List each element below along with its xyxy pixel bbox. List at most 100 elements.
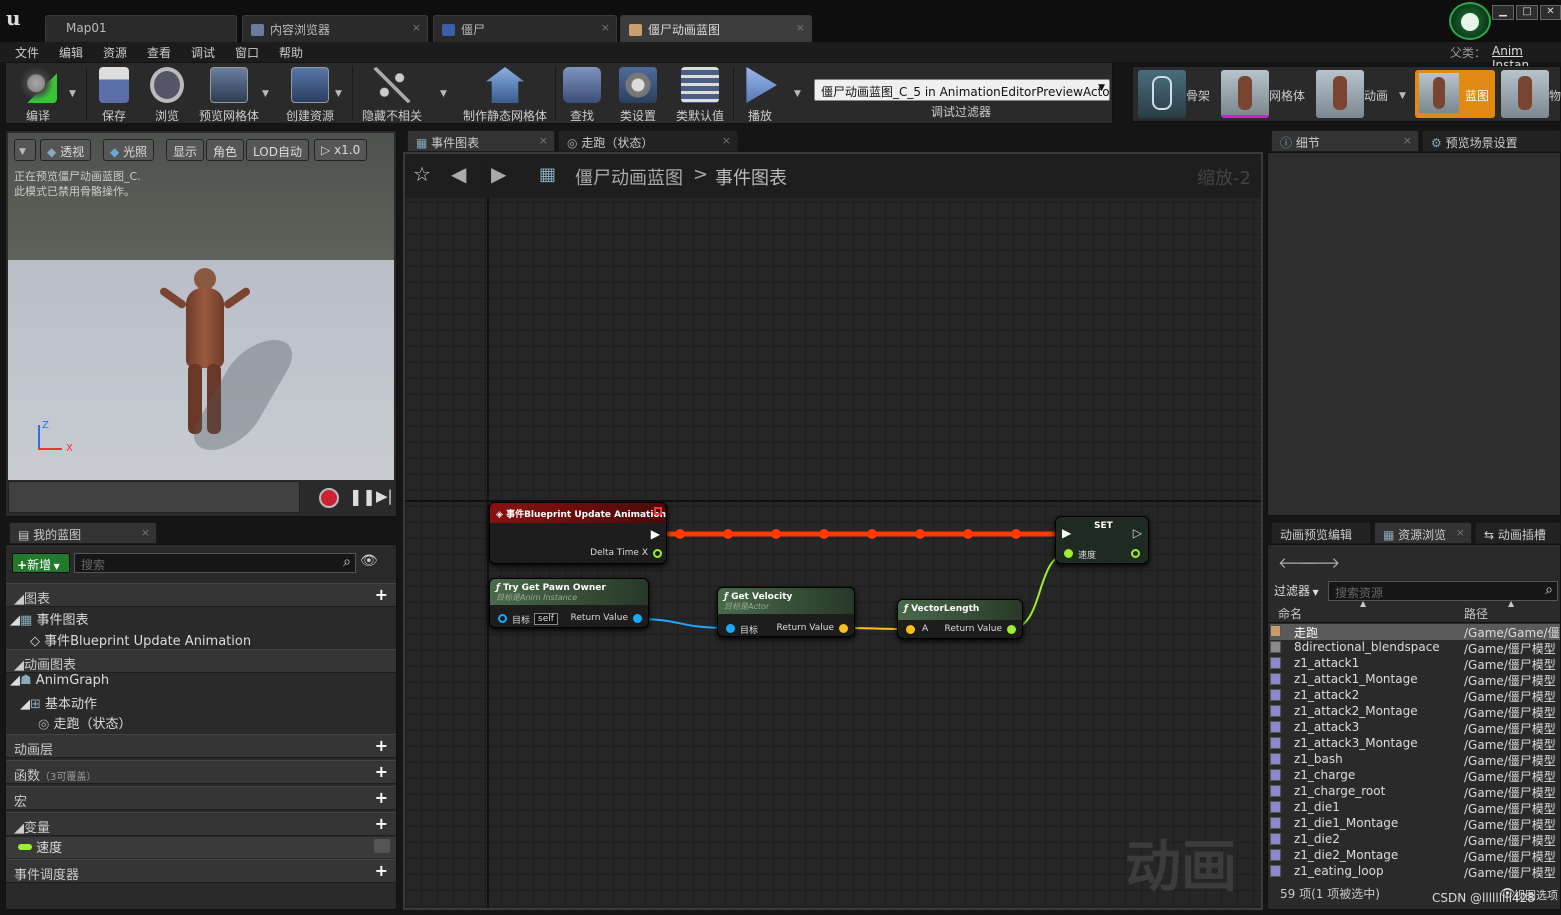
forward-arrow-icon[interactable]: 🡒	[1300, 553, 1340, 572]
asset-row[interactable]: z1_attack3/Game/僵尸模型	[1270, 720, 1560, 736]
timeline-scrubber[interactable]	[8, 481, 300, 513]
self-value-box[interactable]: self	[534, 613, 558, 625]
save-button[interactable]: 保存	[92, 65, 136, 123]
play-button[interactable]: 播放	[738, 65, 782, 123]
compile-button[interactable]: 编译	[10, 65, 66, 123]
vector-out-pin[interactable]	[839, 624, 848, 633]
visibility-eye-icon[interactable]: 👁	[360, 553, 378, 569]
blueprint-search-input[interactable]: 搜索 ⌕	[74, 553, 356, 573]
doc-tab-anim-blueprint[interactable]: 僵尸动画蓝图 ×	[620, 15, 812, 42]
close-icon[interactable]: ×	[601, 21, 610, 34]
asset-row[interactable]: z1_die2_Montage/Game/僵尸模型	[1270, 848, 1560, 864]
exec-out-pin[interactable]: ▶	[651, 527, 660, 541]
asset-row[interactable]: z1_die2/Game/僵尸模型	[1270, 832, 1560, 848]
close-icon[interactable]: ×	[141, 526, 150, 539]
menu-window[interactable]: 窗口	[235, 44, 259, 61]
tab-event-graph[interactable]: ▦ 事件图表 ×	[407, 130, 555, 152]
add-plus-icon[interactable]: +	[375, 764, 388, 780]
asset-row[interactable]: z1_die1/Game/僵尸模型	[1270, 800, 1560, 816]
doc-tab-zombie[interactable]: 僵尸 ×	[433, 15, 617, 42]
tree-event-update-animation[interactable]: ◇ 事件Blueprint Update Animation	[30, 630, 251, 651]
doc-tab-content-browser[interactable]: 内容浏览器 ×	[242, 15, 428, 42]
delegate-pin-icon[interactable]	[654, 507, 662, 515]
lod-button[interactable]: LOD自动	[246, 139, 309, 161]
section-anim-layers[interactable]: 动画层 +	[6, 734, 396, 758]
mode-animation-button[interactable]	[1316, 70, 1364, 118]
create-asset-button[interactable]: 创建资源	[280, 65, 340, 123]
float-in-pin[interactable]	[1064, 549, 1073, 558]
section-event-dispatchers[interactable]: 事件调度器 +	[6, 859, 396, 883]
hide-unrelated-button[interactable]: 隐藏不相关	[360, 65, 424, 123]
node-get-velocity[interactable]: ƒ Get Velocity 目标是Actor 目标 Return Value	[717, 587, 855, 637]
node-set-speed[interactable]: SET ▶ ▷ 速度	[1055, 516, 1149, 564]
tree-anim-graph[interactable]: ◢☗ AnimGraph	[10, 673, 109, 694]
tab-anim-preview-editor[interactable]: 动画预览编辑	[1271, 522, 1371, 544]
lit-button[interactable]: ◆ 光照	[103, 139, 155, 161]
node-event-update-animation[interactable]: ◈ 事件Blueprint Update Animation ▶ Delta T…	[489, 502, 667, 564]
tab-my-blueprint[interactable]: ▤ 我的蓝图 ×	[9, 522, 157, 544]
section-graphs[interactable]: ◢图表 +	[6, 583, 396, 607]
record-icon[interactable]	[319, 488, 339, 508]
float-out-pin[interactable]	[653, 549, 662, 558]
section-macros[interactable]: 宏 +	[6, 786, 396, 810]
tab-preview-scene-settings[interactable]: ⚙ 预览场景设置	[1422, 130, 1561, 152]
playback-speed-button[interactable]: ▷ x1.0	[314, 139, 368, 161]
close-icon[interactable]: ×	[1403, 134, 1412, 147]
doc-tab-map[interactable]: Map01	[45, 15, 237, 42]
asset-row[interactable]: z1_attack1/Game/僵尸模型	[1270, 656, 1560, 672]
asset-row[interactable]: z1_eating_loop/Game/僵尸模型	[1270, 864, 1560, 880]
tab-asset-browser[interactable]: ▦ 资源浏览 ×	[1374, 522, 1472, 544]
mode-mesh-button[interactable]	[1221, 70, 1269, 118]
find-button[interactable]: 查找	[560, 65, 604, 123]
pause-icon[interactable]: ❚❚	[349, 487, 376, 506]
asset-row[interactable]: z1_attack3_Montage/Game/僵尸模型	[1270, 736, 1560, 752]
viewport-options-button[interactable]: ▼	[14, 139, 36, 161]
make-static-mesh-button[interactable]: 制作静态网格体	[460, 65, 550, 123]
filter-button[interactable]: 过滤器 ▼	[1274, 582, 1319, 599]
float-out-pin[interactable]	[1007, 625, 1016, 634]
close-window-button[interactable]: ✕	[1540, 5, 1561, 20]
node-vector-length[interactable]: ƒ VectorLength A Return Value	[897, 599, 1023, 639]
menu-edit[interactable]: 编辑	[59, 44, 83, 61]
asset-row[interactable]: z1_die1_Montage/Game/僵尸模型	[1270, 816, 1560, 832]
browse-button[interactable]: 浏览	[142, 65, 192, 123]
tab-run-state[interactable]: ◎ 走跑（状态） ×	[558, 130, 738, 152]
close-icon[interactable]: ×	[1456, 526, 1465, 539]
unreal-logo-icon[interactable]: u	[6, 6, 32, 32]
add-plus-icon[interactable]: +	[375, 816, 388, 832]
perspective-button[interactable]: ◆ 透视	[40, 139, 92, 161]
character-button[interactable]: 角色	[206, 139, 245, 161]
show-button[interactable]: 显示	[166, 139, 205, 161]
vector-in-pin[interactable]	[906, 625, 915, 634]
menu-debug[interactable]: 调试	[191, 44, 215, 61]
chevron-down-icon[interactable]: ▼	[262, 89, 269, 99]
object-in-pin[interactable]	[726, 624, 735, 633]
asset-row[interactable]: z1_bash/Game/僵尸模型	[1270, 752, 1560, 768]
object-in-pin[interactable]	[498, 614, 507, 623]
asset-row[interactable]: 走跑/Game/Game/僵	[1270, 624, 1560, 640]
source-control-icon[interactable]	[1449, 2, 1491, 40]
add-plus-icon[interactable]: +	[375, 790, 388, 806]
column-path[interactable]: 路径	[1464, 605, 1488, 622]
exec-out-pin[interactable]: ▷	[1133, 526, 1142, 540]
class-settings-button[interactable]: 类设置	[614, 65, 662, 123]
menu-asset[interactable]: 资源	[103, 44, 127, 61]
float-out-pin[interactable]	[1131, 549, 1140, 558]
asset-row[interactable]: z1_attack2_Montage/Game/僵尸模型	[1270, 704, 1560, 720]
menu-help[interactable]: 帮助	[279, 44, 303, 61]
section-variables[interactable]: ◢变量 +	[6, 812, 396, 836]
close-icon[interactable]: ×	[539, 134, 548, 147]
section-anim-graphs[interactable]: ◢动画图表	[6, 649, 396, 673]
tree-basic-action[interactable]: ◢⊞ 基本动作	[20, 693, 97, 714]
column-name[interactable]: 命名	[1278, 605, 1302, 622]
asset-row[interactable]: z1_charge_root/Game/僵尸模型	[1270, 784, 1560, 800]
asset-row[interactable]: 8directional_blendspace/Game/僵尸模型	[1270, 640, 1560, 656]
menu-file[interactable]: 文件	[15, 44, 39, 61]
step-forward-icon[interactable]: ▶|	[376, 487, 393, 505]
close-icon[interactable]: ×	[722, 134, 731, 147]
close-icon[interactable]: ×	[796, 21, 805, 34]
viewport-floor[interactable]: Z X	[8, 260, 394, 480]
asset-search-input[interactable]: 搜索资源 ⌕	[1328, 581, 1558, 601]
section-functions[interactable]: 函数（3可覆盖） +	[6, 760, 396, 784]
add-plus-icon[interactable]: +	[375, 738, 388, 754]
